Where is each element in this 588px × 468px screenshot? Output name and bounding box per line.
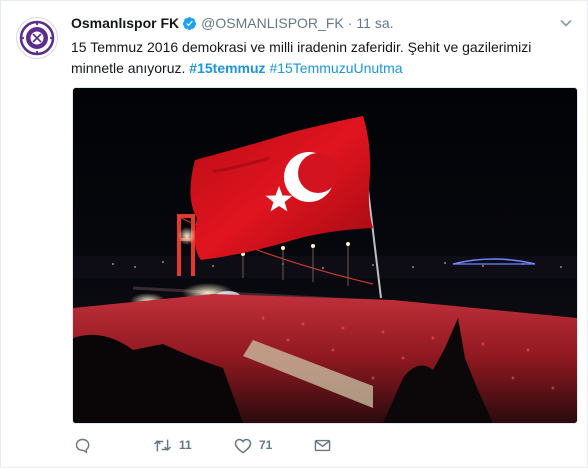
envelope-icon [314,438,331,453]
tweet-actions: 11 71 [71,433,371,457]
tweet-text-line-2: minnetle anıyoruz. #15temmuz #15TemmuzuU… [71,58,571,79]
hashtag-link-15temmuz[interactable]: #15temmuz [189,60,265,76]
reply-button[interactable] [74,433,91,457]
chevron-down-icon[interactable] [557,14,575,32]
display-name[interactable]: Osmanlıspor FK [71,13,179,33]
tweet-text: 15 Temmuz 2016 demokrasi ve milli iraden… [71,37,571,79]
like-button[interactable]: 71 [234,433,272,457]
tweet-text-prefix: minnetle anıyoruz. [71,60,190,76]
osmanlispor-logo-icon [19,20,55,56]
avatar[interactable] [16,17,58,59]
tweet-card[interactable]: Osmanlıspor FK @OSMANLISPOR_FK · 11 sa. … [0,0,588,468]
username-handle[interactable]: @OSMANLISPOR_FK [201,13,344,33]
heart-icon [234,437,252,454]
retweet-icon [153,437,172,454]
like-count: 71 [259,438,273,452]
tweet-header: Osmanlıspor FK @OSMANLISPOR_FK · 11 sa. [71,13,394,33]
hashtag-link-15temmuzuunutma[interactable]: #15TemmuzuUnutma [269,60,402,76]
verified-badge-icon [182,16,197,31]
tweet-photo[interactable] [72,87,578,424]
reply-icon [74,437,91,454]
timestamp[interactable]: 11 sa. [356,13,393,33]
tweet-text-line-1: 15 Temmuz 2016 demokrasi ve milli iraden… [71,39,532,55]
direct-message-button[interactable] [314,433,331,457]
separator-dot: · [347,15,353,31]
bridge-night-flag-photo [73,88,577,423]
retweet-count: 11 [179,438,192,452]
retweet-button[interactable]: 11 [153,433,192,457]
